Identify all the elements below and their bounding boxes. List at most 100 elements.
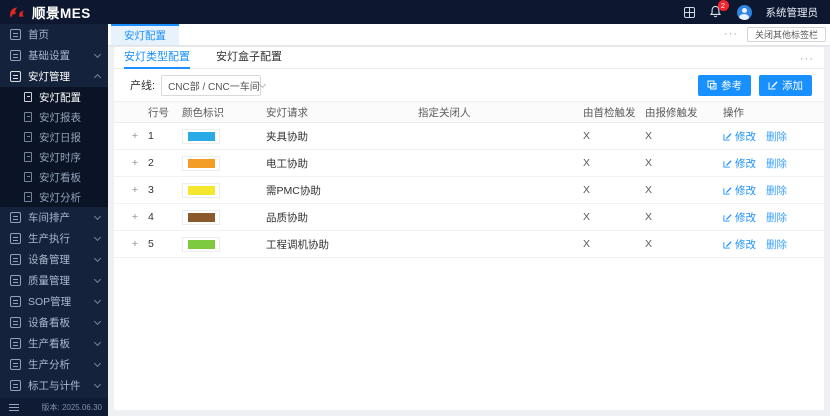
chevron-down-icon bbox=[94, 276, 101, 283]
submenu-item-andon-analysis[interactable]: 安灯分析 bbox=[0, 187, 108, 207]
submenu-item-andon-timeline[interactable]: 安灯时序 bbox=[0, 147, 108, 167]
sidebar: 首页 基础设置 安灯管理 安灯配置 安灯报表 bbox=[0, 24, 108, 416]
andon-request: 需PMC协助 bbox=[266, 183, 418, 198]
sidebar-item-basic-settings[interactable]: 基础设置 bbox=[0, 45, 108, 66]
collapse-menu-icon[interactable] bbox=[9, 407, 19, 408]
row-number: 3 bbox=[148, 184, 182, 196]
brand-logo[interactable]: 顺景MES bbox=[0, 2, 108, 22]
repair-flag: X bbox=[645, 157, 723, 169]
close-other-tabs-button[interactable]: 关闭其他标签栏 bbox=[747, 27, 826, 42]
color-swatch bbox=[182, 210, 220, 225]
row-expander[interactable]: + bbox=[122, 238, 148, 250]
user-avatar[interactable] bbox=[737, 5, 752, 20]
document-icon bbox=[24, 112, 32, 122]
edit-icon bbox=[723, 159, 732, 168]
sidebar-item-production-execution[interactable]: 生产执行 bbox=[0, 228, 108, 249]
production-line-value: CNC部 / CNC一车间 bbox=[168, 78, 260, 93]
edit-link[interactable]: 修改 bbox=[723, 210, 756, 225]
row-expander[interactable]: + bbox=[122, 157, 148, 169]
edit-icon bbox=[768, 80, 778, 90]
chevron-down-icon bbox=[94, 255, 101, 262]
edit-icon bbox=[723, 186, 732, 195]
color-swatch bbox=[182, 129, 220, 144]
sidebar-item-quality-management[interactable]: 质量管理 bbox=[0, 270, 108, 291]
equipment-icon bbox=[10, 254, 21, 265]
edit-link[interactable]: 修改 bbox=[723, 183, 756, 198]
chevron-down-icon bbox=[94, 318, 101, 325]
reference-button[interactable]: 参考 bbox=[698, 75, 751, 96]
tab-more-icon[interactable]: ··· bbox=[724, 29, 738, 40]
sidebar-item-piecework[interactable]: 标工与计件 bbox=[0, 375, 108, 396]
chevron-down-icon bbox=[94, 381, 101, 388]
page-tabbar: 安灯配置 ··· 关闭其他标签栏 bbox=[108, 24, 830, 45]
page-tab-andon-config[interactable]: 安灯配置 bbox=[111, 24, 179, 45]
submenu-item-andon-config[interactable]: 安灯配置 bbox=[0, 87, 108, 107]
repair-flag: X bbox=[645, 184, 723, 196]
sidebar-item-production-analysis[interactable]: 生产分析 bbox=[0, 354, 108, 375]
header-color-mark: 颜色标识 bbox=[182, 105, 266, 120]
row-expander[interactable]: + bbox=[122, 184, 148, 196]
color-swatch bbox=[182, 237, 220, 252]
repair-flag: X bbox=[645, 211, 723, 223]
sidebar-item-sop-management[interactable]: SOP管理 bbox=[0, 291, 108, 312]
sidebar-menu: 首页 基础设置 安灯管理 安灯配置 安灯报表 bbox=[0, 24, 108, 398]
andon-request: 品质协助 bbox=[266, 210, 418, 225]
schedule-icon bbox=[10, 212, 21, 223]
sidebar-item-device-board[interactable]: 设备看板 bbox=[0, 312, 108, 333]
toolbar-buttons: 参考 添加 bbox=[698, 75, 812, 96]
notification-badge: 2 bbox=[718, 0, 729, 11]
row-number: 4 bbox=[148, 211, 182, 223]
header-repair-trigger: 由报修触发 bbox=[645, 105, 723, 120]
sidebar-item-production-board[interactable]: 生产看板 bbox=[0, 333, 108, 354]
table-row: + 2 电工协助 X X 修改 删除 bbox=[114, 150, 824, 177]
sidebar-item-andon-management[interactable]: 安灯管理 bbox=[0, 66, 108, 87]
chevron-down-icon bbox=[94, 360, 101, 367]
delete-link[interactable]: 删除 bbox=[766, 156, 787, 171]
chevron-down-icon bbox=[94, 234, 101, 241]
delete-link[interactable]: 删除 bbox=[766, 210, 787, 225]
add-button[interactable]: 添加 bbox=[759, 75, 812, 96]
config-card: 安灯类型配置 安灯盒子配置 ··· 产线: CNC部 / CNC一车间 bbox=[114, 47, 824, 410]
edit-icon bbox=[723, 213, 732, 222]
tab-andon-box-config[interactable]: 安灯盒子配置 bbox=[216, 48, 282, 68]
sidebar-item-equipment-management[interactable]: 设备管理 bbox=[0, 249, 108, 270]
submenu-item-andon-board[interactable]: 安灯看板 bbox=[0, 167, 108, 187]
edit-link[interactable]: 修改 bbox=[723, 237, 756, 252]
document-icon bbox=[24, 152, 32, 162]
row-expander[interactable]: + bbox=[122, 211, 148, 223]
first-inspect-flag: X bbox=[583, 238, 645, 250]
andon-request: 电工协助 bbox=[266, 156, 418, 171]
edit-link[interactable]: 修改 bbox=[723, 129, 756, 144]
tab-andon-type-config[interactable]: 安灯类型配置 bbox=[124, 48, 190, 68]
notification-bell[interactable]: 2 bbox=[709, 5, 723, 19]
first-inspect-flag: X bbox=[583, 157, 645, 169]
sidebar-item-home[interactable]: 首页 bbox=[0, 24, 108, 45]
production-line-label: 产线: bbox=[130, 77, 155, 93]
analysis-chart-icon bbox=[10, 359, 21, 370]
logo-icon bbox=[8, 5, 27, 20]
delete-link[interactable]: 删除 bbox=[766, 237, 787, 252]
copy-icon bbox=[707, 80, 717, 90]
header-row-number: 行号 bbox=[148, 105, 182, 120]
document-icon bbox=[24, 172, 32, 182]
card-more-icon[interactable]: ··· bbox=[800, 54, 814, 68]
header-andon-request: 安灯请求 bbox=[266, 105, 418, 120]
table-row: + 1 夹具协助 X X 修改 删除 bbox=[114, 123, 824, 150]
delete-link[interactable]: 删除 bbox=[766, 129, 787, 144]
document-icon bbox=[24, 92, 32, 102]
submenu-item-andon-report[interactable]: 安灯报表 bbox=[0, 107, 108, 127]
app-window: 顺景MES 2 系统管理员 首页 基础设置 bbox=[0, 0, 830, 416]
production-line-select[interactable]: CNC部 / CNC一车间 bbox=[161, 75, 261, 96]
submenu-item-andon-daily[interactable]: 安灯日报 bbox=[0, 127, 108, 147]
delete-link[interactable]: 删除 bbox=[766, 183, 787, 198]
edit-link[interactable]: 修改 bbox=[723, 156, 756, 171]
sidebar-footer: 版本: 2025.06.30 bbox=[0, 398, 108, 416]
sidebar-item-workshop-scheduling[interactable]: 车间排产 bbox=[0, 207, 108, 228]
home-icon bbox=[10, 29, 21, 40]
andon-lamp-icon bbox=[10, 71, 21, 82]
fullscreen-grid-icon[interactable] bbox=[684, 7, 695, 18]
edit-icon bbox=[723, 240, 732, 249]
first-inspect-flag: X bbox=[583, 211, 645, 223]
app-title: 顺景MES bbox=[32, 2, 91, 22]
row-expander[interactable]: + bbox=[122, 130, 148, 142]
